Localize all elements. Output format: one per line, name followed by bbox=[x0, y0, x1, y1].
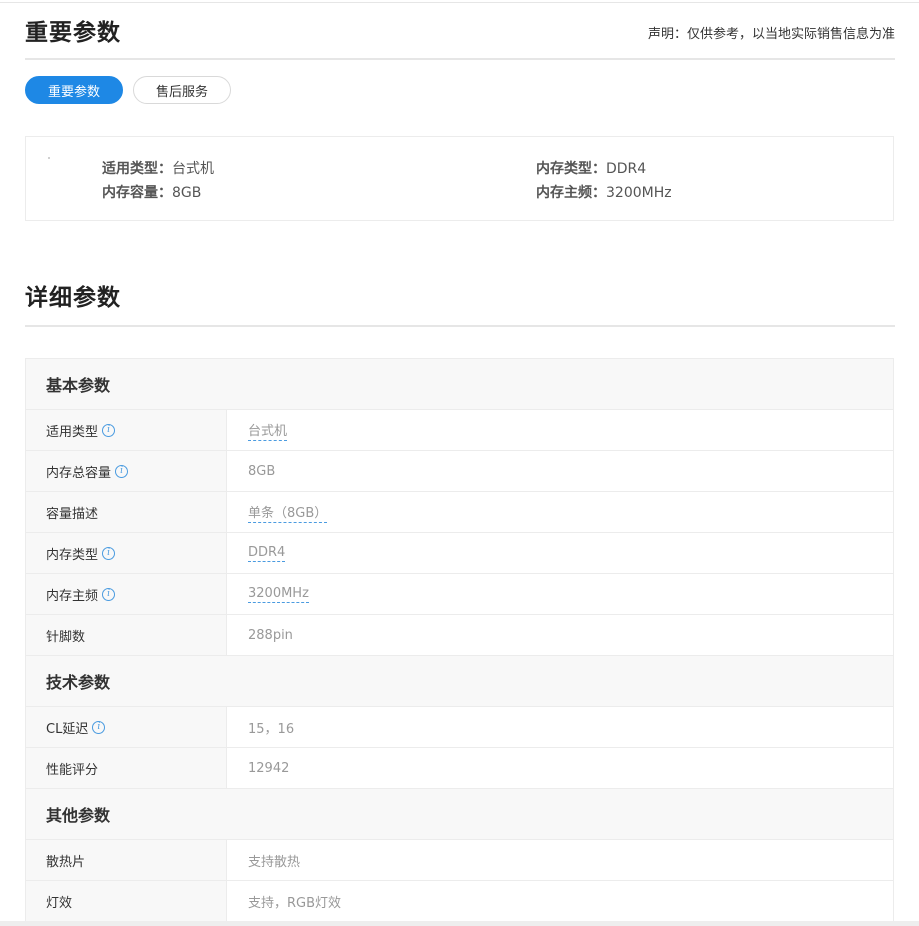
spec-value-cell: 台式机 bbox=[227, 410, 893, 450]
spec-name-cell: 内存总容量 i bbox=[26, 451, 227, 491]
spec-name: 散热片 bbox=[46, 854, 86, 870]
spec-value-link[interactable]: DDR4 bbox=[248, 545, 286, 562]
spec-name: 性能评分 bbox=[46, 762, 99, 778]
spec-value: 15，16 bbox=[248, 721, 295, 737]
info-icon[interactable]: i bbox=[115, 464, 129, 478]
spec-name-cell: 散热片 bbox=[26, 840, 227, 880]
decorative-dot bbox=[48, 157, 50, 159]
info-icon[interactable]: i bbox=[102, 587, 116, 601]
spec-value-link[interactable]: 台式机 bbox=[248, 420, 288, 441]
info-icon[interactable]: i bbox=[102, 423, 116, 437]
spec-value-cell: 3200MHz bbox=[227, 574, 893, 614]
key-param-item: 内存类型：DDR4 bbox=[536, 161, 647, 177]
table-row: 灯效 支持，RGB灯效 bbox=[26, 881, 893, 922]
spec-name-cell: CL延迟 i bbox=[26, 707, 227, 747]
disclaimer-text: 声明：仅供参考，以当地实际销售信息为准 bbox=[647, 27, 895, 42]
spec-table: 基本参数 适用类型 i 台式机 内存总容量 i 8GB 容量描述 单条（8GB） 内存类型 i DDR… bbox=[25, 358, 894, 922]
group-header: 其他参数 bbox=[26, 789, 893, 840]
spec-value: 支持散热 bbox=[248, 854, 301, 870]
key-param-item: 内存容量：8GB bbox=[102, 185, 202, 201]
table-row: 针脚数 288pin bbox=[26, 615, 893, 656]
spec-name: 针脚数 bbox=[46, 629, 86, 645]
spec-value: 288pin bbox=[248, 627, 293, 643]
spec-value-cell: 8GB bbox=[227, 451, 893, 491]
spec-name-cell: 内存主频 i bbox=[26, 574, 227, 614]
table-row: 内存总容量 i 8GB bbox=[26, 451, 893, 492]
key-param-item: 内存主频：3200MHz bbox=[536, 185, 672, 201]
group-header: 基本参数 bbox=[26, 359, 893, 410]
bottom-divider bbox=[0, 921, 919, 926]
table-row: 容量描述 单条（8GB） bbox=[26, 492, 893, 533]
info-icon[interactable]: i bbox=[92, 720, 106, 734]
table-row: 适用类型 i 台式机 bbox=[26, 410, 893, 451]
spec-value-cell: 12942 bbox=[227, 748, 893, 788]
top-divider bbox=[0, 2, 919, 3]
spec-value: 8GB bbox=[248, 463, 276, 479]
detail-params-header: 详细参数 bbox=[25, 272, 895, 327]
spec-value: 12942 bbox=[248, 760, 290, 776]
spec-name: 容量描述 bbox=[46, 506, 99, 522]
key-params-box: 适用类型：台式机 内存类型：DDR4 内存容量：8GB 内存主频：3200MHz bbox=[25, 136, 894, 221]
spec-name-cell: 灯效 bbox=[26, 881, 227, 921]
group-header: 技术参数 bbox=[26, 656, 893, 707]
spec-name: 内存总容量 bbox=[46, 465, 112, 481]
spec-value-cell: DDR4 bbox=[227, 533, 893, 573]
table-row: 内存主频 i 3200MHz bbox=[26, 574, 893, 615]
table-row: 散热片 支持散热 bbox=[26, 840, 893, 881]
info-icon[interactable]: i bbox=[102, 546, 116, 560]
detail-title: 详细参数 bbox=[25, 285, 121, 311]
tab-key-params[interactable]: 重要参数 bbox=[25, 76, 123, 104]
key-param-item: 适用类型：台式机 bbox=[102, 161, 214, 177]
spec-name-cell: 适用类型 i bbox=[26, 410, 227, 450]
table-row: 内存类型 i DDR4 bbox=[26, 533, 893, 574]
spec-value-link[interactable]: 单条（8GB） bbox=[248, 502, 328, 523]
tab-after-sales[interactable]: 售后服务 bbox=[133, 76, 231, 104]
spec-name-cell: 针脚数 bbox=[26, 615, 227, 655]
spec-name: 内存类型 bbox=[46, 547, 99, 563]
key-params-header: 重要参数 声明：仅供参考，以当地实际销售信息为准 bbox=[25, 8, 895, 60]
spec-name: 灯效 bbox=[46, 895, 73, 911]
spec-value-link[interactable]: 3200MHz bbox=[248, 586, 309, 603]
spec-value-cell: 支持散热 bbox=[227, 840, 893, 880]
spec-name-cell: 性能评分 bbox=[26, 748, 227, 788]
spec-value-cell: 单条（8GB） bbox=[227, 492, 893, 532]
spec-value-cell: 288pin bbox=[227, 615, 893, 655]
spec-value: 支持，RGB灯效 bbox=[248, 895, 342, 911]
spec-name: 适用类型 bbox=[46, 424, 99, 440]
table-row: 性能评分 12942 bbox=[26, 748, 893, 789]
spec-value-cell: 15，16 bbox=[227, 707, 893, 747]
spec-name: 内存主频 bbox=[46, 588, 99, 604]
page-title: 重要参数 bbox=[25, 20, 121, 46]
spec-value-cell: 支持，RGB灯效 bbox=[227, 881, 893, 921]
table-row: CL延迟 i 15，16 bbox=[26, 707, 893, 748]
spec-name-cell: 容量描述 bbox=[26, 492, 227, 532]
spec-name-cell: 内存类型 i bbox=[26, 533, 227, 573]
spec-name: CL延迟 bbox=[46, 721, 89, 737]
